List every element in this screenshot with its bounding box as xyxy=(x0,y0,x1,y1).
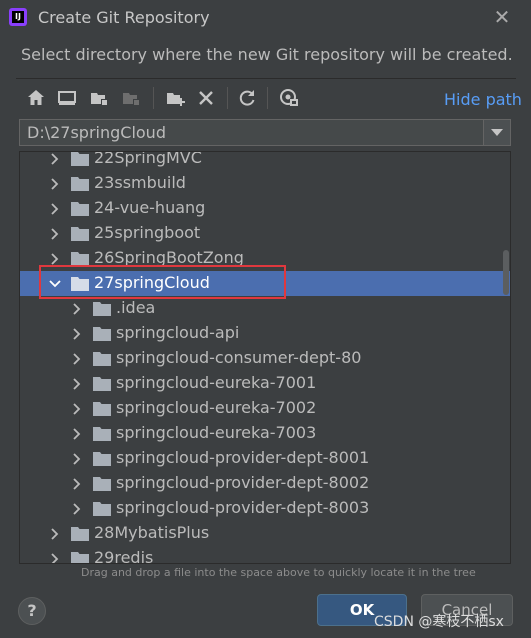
new-folder-icon[interactable] xyxy=(164,87,186,109)
tree-row[interactable]: springcloud-eureka-7002 xyxy=(20,396,510,421)
tree-row[interactable]: 29redis xyxy=(20,546,510,564)
module-folder-icon[interactable] xyxy=(120,87,142,109)
folder-icon xyxy=(93,301,111,316)
toolbar-separator xyxy=(153,87,154,109)
folder-icon xyxy=(93,376,111,391)
directory-tree[interactable]: 22SpringMVC 23ssmbuild 24-vue-huang 25sprin… xyxy=(19,151,511,564)
tree-row[interactable]: 25springboot xyxy=(20,221,510,246)
chevron-right-icon[interactable] xyxy=(70,502,84,516)
tree-row[interactable]: springcloud-provider-dept-8002 xyxy=(20,471,510,496)
project-folder-icon[interactable] xyxy=(88,87,110,109)
chevron-right-icon[interactable] xyxy=(48,202,62,216)
tree-row[interactable]: springcloud-eureka-7001 xyxy=(20,371,510,396)
chevron-right-icon[interactable] xyxy=(48,177,62,191)
toolbar-separator xyxy=(227,87,228,109)
folder-icon xyxy=(71,526,89,541)
tree-row[interactable]: 28MybatisPlus xyxy=(20,521,510,546)
refresh-icon[interactable] xyxy=(236,87,258,109)
annotation-highlight-box xyxy=(39,265,286,299)
tree-row-label: springcloud-provider-dept-8002 xyxy=(116,473,370,492)
delete-icon[interactable] xyxy=(195,87,217,109)
folder-icon xyxy=(93,351,111,366)
folder-icon xyxy=(71,251,89,266)
tree-row[interactable]: springcloud-provider-dept-8003 xyxy=(20,496,510,521)
tree-row-label: 24-vue-huang xyxy=(94,198,206,217)
tree-scrollbar-thumb[interactable] xyxy=(503,250,509,295)
path-combo-box[interactable]: D:\27springCloud xyxy=(19,119,511,146)
folder-icon xyxy=(93,501,111,516)
tree-row[interactable]: springcloud-consumer-dept-80 xyxy=(20,346,510,371)
chevron-right-icon[interactable] xyxy=(70,402,84,416)
tree-row-label: .idea xyxy=(116,298,156,317)
folder-icon xyxy=(71,226,89,241)
folder-icon xyxy=(93,401,111,416)
folder-icon xyxy=(71,201,89,216)
folder-icon xyxy=(93,326,111,341)
tree-row-label: 22SpringMVC xyxy=(94,151,202,167)
tree-row-label: springcloud-eureka-7003 xyxy=(116,423,317,442)
show-hidden-icon[interactable] xyxy=(278,87,300,109)
chevron-right-icon[interactable] xyxy=(48,152,62,166)
tree-row-label: 23ssmbuild xyxy=(94,173,186,192)
chevron-right-icon[interactable] xyxy=(70,302,84,316)
tree-row-label: springcloud-provider-dept-8001 xyxy=(116,448,370,467)
chevron-right-icon[interactable] xyxy=(70,427,84,441)
tree-row-label: springcloud-api xyxy=(116,323,240,342)
tree-row[interactable]: 22SpringMVC xyxy=(20,151,510,171)
title-bar: IJ Create Git Repository ✕ xyxy=(0,0,531,37)
tree-row-label: springcloud-eureka-7002 xyxy=(116,398,317,417)
dialog-title: Create Git Repository xyxy=(38,8,210,27)
tree-row-label: 25springboot xyxy=(94,223,201,242)
help-button[interactable]: ? xyxy=(18,597,46,625)
chevron-right-icon[interactable] xyxy=(70,452,84,466)
folder-icon xyxy=(93,451,111,466)
tree-row[interactable]: springcloud-provider-dept-8001 xyxy=(20,446,510,471)
csdn-watermark: CSDN @寒枝不栖sx xyxy=(374,614,504,630)
close-icon[interactable]: ✕ xyxy=(491,6,513,28)
tree-row-label: 28MybatisPlus xyxy=(94,523,210,542)
home-icon[interactable] xyxy=(25,87,47,109)
folder-icon xyxy=(71,176,89,191)
folder-icon xyxy=(71,551,89,563)
folder-icon xyxy=(93,426,111,441)
tree-row[interactable]: springcloud-eureka-7003 xyxy=(20,421,510,446)
chevron-right-icon[interactable] xyxy=(48,552,62,563)
dialog-description: Select directory where the new Git repos… xyxy=(21,45,513,64)
tree-row-label: springcloud-consumer-dept-80 xyxy=(116,348,362,367)
chevron-right-icon[interactable] xyxy=(70,477,84,491)
chevron-down-icon xyxy=(491,129,503,136)
divider xyxy=(16,78,516,79)
tree-row[interactable]: .idea xyxy=(20,296,510,321)
toolbar-separator xyxy=(267,87,268,109)
chevron-right-icon[interactable] xyxy=(48,252,62,266)
intellij-logo-icon: IJ xyxy=(9,8,27,26)
dropdown-button[interactable] xyxy=(483,120,510,145)
drag-drop-hint: Drag and drop a file into the space abov… xyxy=(81,566,476,579)
desktop-icon[interactable] xyxy=(56,87,78,109)
tree-row-label: springcloud-eureka-7001 xyxy=(116,373,317,392)
chevron-right-icon[interactable] xyxy=(48,527,62,541)
tree-row[interactable]: 23ssmbuild xyxy=(20,171,510,196)
chevron-right-icon[interactable] xyxy=(48,227,62,241)
chevron-right-icon[interactable] xyxy=(70,377,84,391)
path-field[interactable]: D:\27springCloud xyxy=(27,123,166,142)
chevron-right-icon[interactable] xyxy=(70,352,84,366)
chevron-right-icon[interactable] xyxy=(70,327,84,341)
tree-row-label: 29redis xyxy=(94,548,154,564)
folder-icon xyxy=(71,152,89,166)
tree-row[interactable]: 24-vue-huang xyxy=(20,196,510,221)
tree-row[interactable]: springcloud-api xyxy=(20,321,510,346)
folder-icon xyxy=(93,476,111,491)
tree-row-label: springcloud-provider-dept-8003 xyxy=(116,498,370,517)
hide-path-link[interactable]: Hide path xyxy=(444,90,522,109)
